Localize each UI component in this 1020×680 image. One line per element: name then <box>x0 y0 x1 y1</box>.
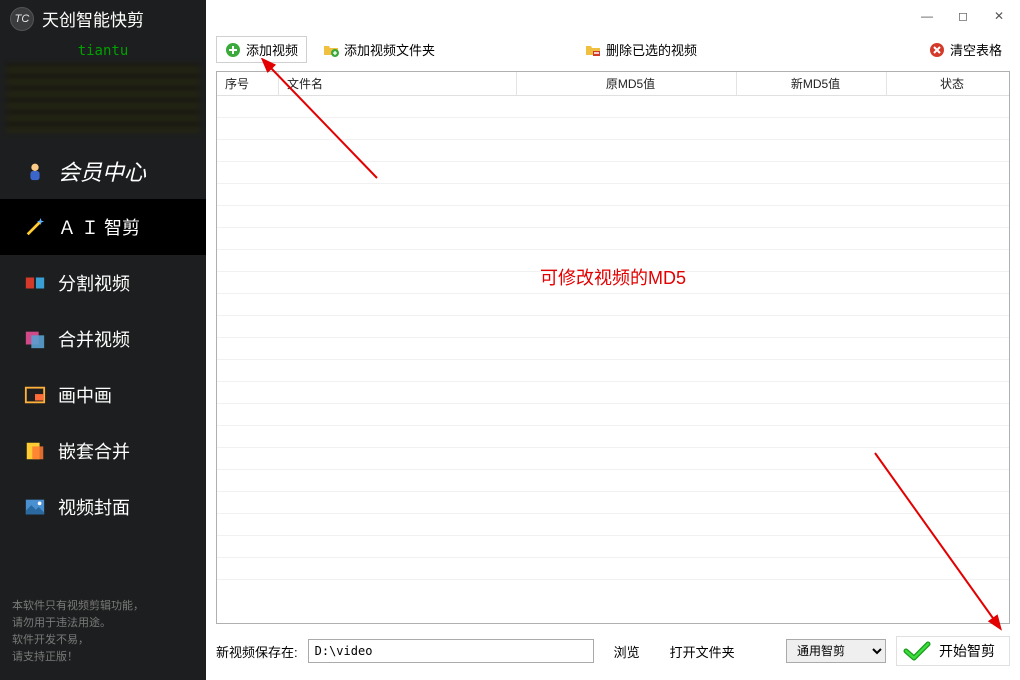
col-new-md5[interactable]: 新MD5值 <box>737 72 887 95</box>
check-icon <box>903 641 931 661</box>
sidebar-item-cover[interactable]: 视频封面 <box>0 479 206 535</box>
maximize-button[interactable]: ◻ <box>956 9 970 23</box>
col-status[interactable]: 状态 <box>887 72 1009 95</box>
user-info-redacted <box>6 63 200 133</box>
sidebar: TC 天创智能快剪 tiantu 会员中心 Ａ Ｉ 智剪 分割视频 合并视频 画… <box>0 0 206 680</box>
pip-icon <box>24 384 46 406</box>
button-label: 清空表格 <box>950 40 1002 59</box>
sidebar-item-ai-cut[interactable]: Ａ Ｉ 智剪 <box>0 199 206 255</box>
sidebar-item-pip[interactable]: 画中画 <box>0 367 206 423</box>
col-src-md5[interactable]: 原MD5值 <box>517 72 737 95</box>
person-icon <box>24 160 46 182</box>
clear-table-button[interactable]: 清空表格 <box>921 37 1010 62</box>
add-folder-button[interactable]: 添加视频文件夹 <box>315 37 443 62</box>
table-header: 序号 文件名 原MD5值 新MD5值 状态 <box>217 72 1009 96</box>
table-body[interactable] <box>217 96 1009 623</box>
annotation-text: 可修改视频的MD5 <box>540 264 686 290</box>
folder-plus-icon <box>323 42 339 58</box>
open-folder-button[interactable]: 打开文件夹 <box>660 640 745 663</box>
sidebar-item-label: 会员中心 <box>58 155 146 187</box>
button-label: 开始智剪 <box>939 641 995 661</box>
col-filename[interactable]: 文件名 <box>279 72 517 95</box>
sidebar-item-nest[interactable]: 嵌套合并 <box>0 423 206 479</box>
sidebar-item-label: 合并视频 <box>58 326 130 352</box>
bottom-bar: 新视频保存在: 浏览 打开文件夹 通用智剪 开始智剪 <box>206 624 1020 680</box>
button-label: 删除已选的视频 <box>606 40 697 59</box>
save-path-label: 新视频保存在: <box>216 642 298 661</box>
browse-button[interactable]: 浏览 <box>604 640 650 663</box>
nest-icon <box>24 440 46 462</box>
button-label: 添加视频文件夹 <box>344 40 435 59</box>
sidebar-item-member[interactable]: 会员中心 <box>0 143 206 199</box>
sidebar-item-label: 视频封面 <box>58 494 130 520</box>
merge-icon <box>24 328 46 350</box>
sidebar-item-label: Ａ Ｉ 智剪 <box>58 214 140 240</box>
sidebar-item-label: 嵌套合并 <box>58 438 130 464</box>
sidebar-item-label: 分割视频 <box>58 270 130 296</box>
col-index[interactable]: 序号 <box>217 72 279 95</box>
minimize-button[interactable]: — <box>920 9 934 23</box>
user-name: tiantu <box>0 43 206 59</box>
close-button[interactable]: ✕ <box>992 9 1006 23</box>
sidebar-item-label: 画中画 <box>58 382 112 408</box>
wand-icon <box>24 216 46 238</box>
mode-select[interactable]: 通用智剪 <box>786 639 886 663</box>
video-table: 序号 文件名 原MD5值 新MD5值 状态 可修改视频的MD5 <box>216 71 1010 624</box>
x-circle-icon <box>929 42 945 58</box>
folder-minus-icon <box>585 42 601 58</box>
split-icon <box>24 272 46 294</box>
app-header: TC 天创智能快剪 <box>0 0 206 37</box>
button-label: 添加视频 <box>246 40 298 59</box>
image-icon <box>24 496 46 518</box>
add-video-button[interactable]: 添加视频 <box>216 36 307 63</box>
sidebar-footer: 本软件只有视频剪辑功能， 请勿用于违法用途。 软件开发不易， 请支持正版！ <box>0 588 206 680</box>
toolbar: 添加视频 添加视频文件夹 删除已选的视频 清空表格 <box>206 32 1020 67</box>
save-path-input[interactable] <box>308 639 594 663</box>
sidebar-item-split[interactable]: 分割视频 <box>0 255 206 311</box>
app-title: 天创智能快剪 <box>42 6 144 31</box>
window-controls: — ◻ ✕ <box>206 0 1020 32</box>
sidebar-item-merge[interactable]: 合并视频 <box>0 311 206 367</box>
app-logo: TC <box>10 7 34 31</box>
delete-selected-button[interactable]: 删除已选的视频 <box>577 37 705 62</box>
plus-circle-icon <box>225 42 241 58</box>
main-panel: — ◻ ✕ 添加视频 添加视频文件夹 删除已选的视频 <box>206 0 1020 680</box>
start-button[interactable]: 开始智剪 <box>896 636 1010 666</box>
